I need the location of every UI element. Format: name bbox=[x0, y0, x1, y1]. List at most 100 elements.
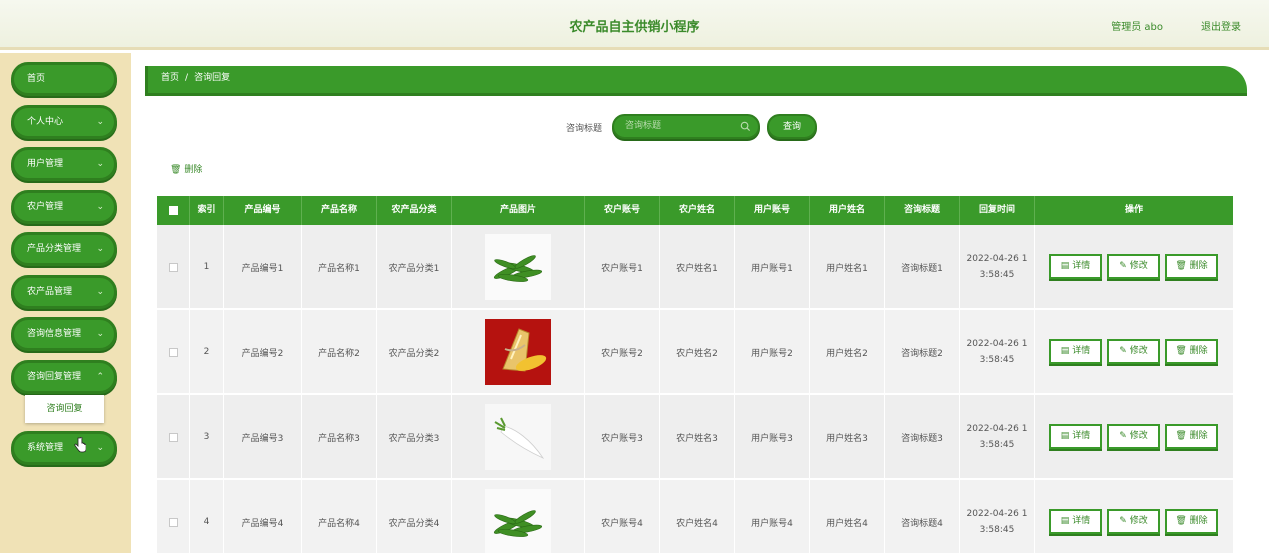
table-row: 2 产品编号2 产品名称2 农产品分类2 农户账号2 农户姓名2 用户账号2 用… bbox=[157, 310, 1233, 394]
header-user-account: 用户账号 bbox=[735, 196, 810, 225]
sidebar-item-system-management[interactable]: 系统管理 ⌄ bbox=[11, 431, 117, 465]
sidebar-item-personal-center[interactable]: 个人中心 ⌄ bbox=[11, 105, 117, 139]
sidebar-item-reply-management[interactable]: 咨询回复管理 ⌃ bbox=[11, 360, 117, 394]
batch-delete-button[interactable]: 🗑 删除 bbox=[170, 162, 202, 175]
edit-button[interactable]: ✎ 修改 bbox=[1107, 424, 1160, 449]
trash-icon: 🗑 bbox=[1175, 516, 1187, 526]
header-image: 产品图片 bbox=[452, 196, 585, 225]
breadcrumb-separator: / bbox=[185, 73, 189, 83]
delete-label: 删除 bbox=[1189, 261, 1208, 271]
delete-button[interactable]: 🗑 删除 bbox=[1165, 424, 1218, 449]
header-farmer-name: 农户姓名 bbox=[660, 196, 735, 225]
detail-button[interactable]: ▤ 详情 bbox=[1049, 254, 1102, 279]
row-checkbox[interactable] bbox=[157, 225, 190, 309]
header-index: 索引 bbox=[190, 196, 224, 225]
submenu-item-consult-reply[interactable]: 咨询回复 bbox=[25, 395, 104, 423]
detail-icon: ▤ bbox=[1060, 516, 1070, 526]
trash-icon: 🗑 bbox=[1175, 431, 1187, 441]
delete-label: 删除 bbox=[1189, 346, 1208, 356]
detail-button[interactable]: ▤ 详情 bbox=[1049, 509, 1102, 534]
sidebar-item-label: 系统管理 bbox=[27, 443, 64, 453]
cell-reply-time: 2022-04-26 1 3:58:45 bbox=[960, 225, 1035, 309]
sidebar-item-label: 农产品管理 bbox=[27, 287, 73, 297]
sidebar-item-label: 产品分类管理 bbox=[27, 244, 82, 254]
table-row: 1 产品编号1 产品名称1 农产品分类1 农户账号1 农户姓名1 用户账号1 用… bbox=[157, 225, 1233, 309]
cell-user-account: 用户账号2 bbox=[735, 310, 810, 394]
delete-button[interactable]: 🗑 删除 bbox=[1165, 339, 1218, 364]
query-button[interactable]: 查询 bbox=[767, 114, 817, 139]
sidebar-item-farmer-management[interactable]: 农户管理 ⌄ bbox=[11, 190, 117, 224]
chevron-down-icon: ⌄ bbox=[96, 329, 104, 339]
cell-reply-time: 2022-04-26 1 3:58:45 bbox=[960, 310, 1035, 394]
product-image-green-beans bbox=[485, 234, 551, 300]
data-table: 索引 产品编号 产品名称 农产品分类 产品图片 农户账号 农户姓名 用户账号 用… bbox=[157, 196, 1233, 553]
detail-icon: ▤ bbox=[1060, 346, 1070, 356]
sidebar-item-product-management[interactable]: 农产品管理 ⌄ bbox=[11, 275, 117, 309]
sidebar-item-category-management[interactable]: 产品分类管理 ⌄ bbox=[11, 232, 117, 266]
edit-button[interactable]: ✎ 修改 bbox=[1107, 339, 1160, 364]
cell-user-account: 用户账号4 bbox=[735, 480, 810, 553]
sidebar-item-label: 农户管理 bbox=[27, 202, 64, 212]
detail-button[interactable]: ▤ 详情 bbox=[1049, 339, 1102, 364]
row-checkbox[interactable] bbox=[157, 395, 190, 479]
reply-time-line1: 2022-04-26 1 bbox=[966, 424, 1028, 434]
cell-actions: ▤ 详情 ✎ 修改 🗑 删除 bbox=[1035, 225, 1233, 309]
detail-button[interactable]: ▤ 详情 bbox=[1049, 424, 1102, 449]
breadcrumb-home[interactable]: 首页 bbox=[161, 73, 179, 83]
app-title: 农产品自主供销小程序 bbox=[569, 20, 700, 35]
row-checkbox[interactable] bbox=[157, 310, 190, 394]
sidebar-item-user-management[interactable]: 用户管理 ⌄ bbox=[11, 147, 117, 181]
cell-actions: ▤ 详情 ✎ 修改 🗑 删除 bbox=[1035, 395, 1233, 479]
chevron-down-icon: ⌄ bbox=[96, 159, 104, 169]
reply-time-line1: 2022-04-26 1 bbox=[966, 339, 1028, 349]
cell-user-account: 用户账号1 bbox=[735, 225, 810, 309]
table-row: 3 产品编号3 产品名称3 农产品分类3 农户账号3 农户姓名3 用户账号3 用… bbox=[157, 395, 1233, 479]
cell-reply-time: 2022-04-26 1 3:58:45 bbox=[960, 395, 1035, 479]
cell-title: 咨询标题1 bbox=[885, 225, 960, 309]
cell-product-name: 产品名称1 bbox=[302, 225, 377, 309]
delete-button[interactable]: 🗑 删除 bbox=[1165, 254, 1218, 279]
cell-image bbox=[452, 395, 585, 479]
trash-icon: 🗑 bbox=[1175, 261, 1187, 271]
product-image-white-radish bbox=[485, 404, 551, 470]
header-title: 咨询标题 bbox=[885, 196, 960, 225]
cell-actions: ▤ 详情 ✎ 修改 🗑 删除 bbox=[1035, 310, 1233, 394]
hand-cursor-icon bbox=[74, 437, 86, 453]
edit-label: 修改 bbox=[1129, 346, 1148, 356]
cell-user-account: 用户账号3 bbox=[735, 395, 810, 479]
detail-label: 详情 bbox=[1072, 261, 1091, 271]
cell-image bbox=[452, 310, 585, 394]
cell-farmer-name: 农户姓名3 bbox=[660, 395, 735, 479]
cell-product-no: 产品编号1 bbox=[224, 225, 302, 309]
batch-delete-label: 删除 bbox=[184, 165, 203, 175]
logout-link[interactable]: 退出登录 bbox=[1201, 18, 1241, 33]
reply-time-line2: 3:58:45 bbox=[979, 270, 1015, 280]
reply-time-line2: 3:58:45 bbox=[979, 525, 1015, 535]
edit-button[interactable]: ✎ 修改 bbox=[1107, 254, 1160, 279]
trash-icon: 🗑 bbox=[1175, 346, 1187, 356]
cell-product-no: 产品编号4 bbox=[224, 480, 302, 553]
row-checkbox[interactable] bbox=[157, 480, 190, 553]
trash-icon: 🗑 bbox=[170, 165, 182, 175]
header-farmer-account: 农户账号 bbox=[585, 196, 660, 225]
sidebar-item-home[interactable]: 首页 bbox=[11, 62, 117, 96]
cell-category: 农产品分类1 bbox=[377, 225, 452, 309]
header-actions: 操作 bbox=[1124, 205, 1143, 215]
select-all-checkbox[interactable] bbox=[157, 196, 190, 225]
top-bar: 农产品自主供销小程序 管理员 abo 退出登录 bbox=[0, 0, 1269, 50]
sidebar-item-label: 个人中心 bbox=[27, 117, 64, 127]
edit-icon: ✎ bbox=[1119, 261, 1127, 271]
detail-icon: ▤ bbox=[1060, 431, 1070, 441]
detail-icon: ▤ bbox=[1060, 261, 1070, 271]
cell-reply-time: 2022-04-26 1 3:58:45 bbox=[960, 480, 1035, 553]
edit-button[interactable]: ✎ 修改 bbox=[1107, 509, 1160, 534]
cell-farmer-name: 农户姓名4 bbox=[660, 480, 735, 553]
sidebar-item-consult-management[interactable]: 咨询信息管理 ⌄ bbox=[11, 317, 117, 351]
delete-button[interactable]: 🗑 删除 bbox=[1165, 509, 1218, 534]
table-header: 索引 产品编号 产品名称 农产品分类 产品图片 农户账号 农户姓名 用户账号 用… bbox=[157, 196, 1233, 225]
cell-actions: ▤ 详情 ✎ 修改 🗑 删除 bbox=[1035, 480, 1233, 553]
cell-farmer-name: 农户姓名1 bbox=[660, 225, 735, 309]
cell-user-name: 用户姓名1 bbox=[810, 225, 885, 309]
search-input[interactable]: 咨询标题 bbox=[612, 114, 760, 139]
cell-product-name: 产品名称2 bbox=[302, 310, 377, 394]
